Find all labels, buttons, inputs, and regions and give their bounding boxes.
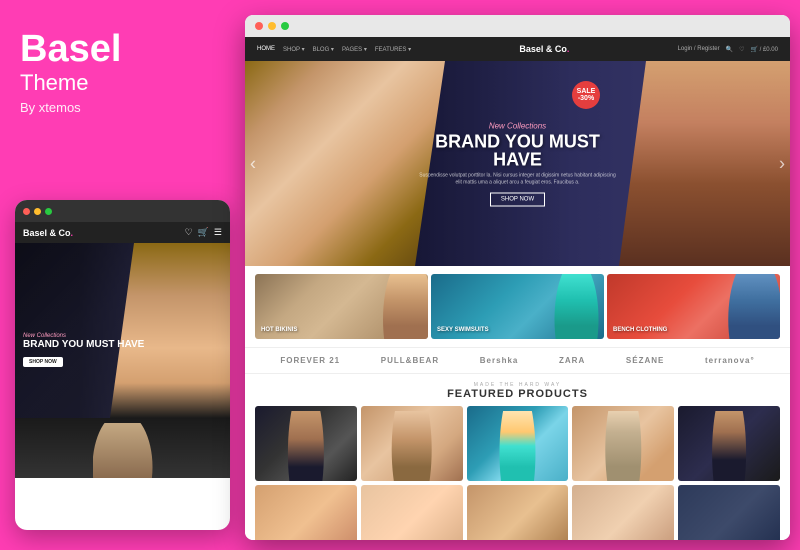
hero-title: BRAND YOU MUST HAVE [418,132,618,168]
mobile-mockup: Basel & Co. ♡ 🛒 ☰ New Collections BRAND … [15,200,230,530]
cat-figure-1 [378,274,428,339]
hero-text-center: New Collections BRAND YOU MUST HAVE Susp… [418,121,618,206]
product-card-3[interactable] [467,406,569,481]
nav-item-shop[interactable]: SHOP ▾ [283,46,305,53]
cat-label-1: HOT BIKINIS [261,327,297,333]
mobile-dot-green [45,208,52,215]
products-grid-row2 [255,485,780,540]
login-register-link[interactable]: Login / Register [678,46,720,52]
menu-icon[interactable]: ☰ [214,227,222,238]
site-hero: New Collections BRAND YOU MUST HAVE Susp… [245,61,790,266]
mobile-girl-silhouette [93,423,153,478]
hero-shop-now-button[interactable]: SHOP NOW [490,192,545,206]
mobile-dot-red [23,208,30,215]
mobile-bottom-section [15,418,230,478]
product-card-5[interactable] [678,406,780,481]
brand-terranova[interactable]: terranova° [705,356,755,365]
mobile-top-bar [15,200,230,222]
site-nav-left: HOME SHOP ▾ BLOG ▾ PAGES ▾ FEATURES ▾ [257,46,411,53]
featured-title: FEATURED PRODUCTS [255,388,780,400]
brands-section: FOREVER 21 PULL&BEAR Bershka ZARA SÉZANE… [245,347,790,374]
hero-next-arrow[interactable]: › [779,153,785,174]
category-sexy-swimsuits[interactable]: SEXY SWIMSUITS [431,274,604,339]
mobile-logo: Basel & Co. [23,228,73,238]
product-card-10[interactable] [678,485,780,540]
product-figure-3 [492,411,542,481]
left-panel: Basel Theme By xtemos [20,30,240,115]
mobile-icons: ♡ 🛒 ☰ [185,227,222,238]
brand-pullbear[interactable]: PULL&BEAR [381,356,439,365]
featured-section: MADE THE HARD WAY FEATURED PRODUCTS [245,374,790,540]
desktop-dot-green [281,22,289,30]
brand-zara[interactable]: ZARA [559,356,585,365]
mobile-hero-text: New Collections BRAND YOU MUST HAVE SHOP… [23,333,144,368]
brand-forever21[interactable]: FOREVER 21 [280,356,340,365]
wishlist-icon[interactable]: ♡ [739,46,744,53]
site-nav: HOME SHOP ▾ BLOG ▾ PAGES ▾ FEATURES ▾ Ba… [245,37,790,61]
cat-figure-3 [725,274,780,339]
product-card-2[interactable] [361,406,463,481]
cart-icon[interactable]: 🛒 / £0.00 [750,46,778,53]
brand-name: Basel [20,30,240,68]
site-nav-right: Login / Register 🔍 ♡ 🛒 / £0.00 [678,46,778,53]
mobile-header: Basel & Co. ♡ 🛒 ☰ [15,222,230,243]
products-grid-row1 [255,406,780,481]
cart-icon[interactable]: 🛒 [198,227,209,238]
desktop-dot-red [255,22,263,30]
product-figure-4 [598,411,648,481]
product-card-9[interactable] [572,485,674,540]
heart-icon[interactable]: ♡ [185,227,193,238]
category-hot-bikinis[interactable]: HOT BIKINIS [255,274,428,339]
category-bench-clothing[interactable]: BENCH CLOTHING [607,274,780,339]
hero-new-collections: New Collections [418,121,618,130]
product-card-1[interactable] [255,406,357,481]
product-figure-2 [387,411,437,481]
hero-main-girl [245,61,445,266]
category-section: HOT BIKINIS SEXY SWIMSUITS BENCH CLOTHIN… [245,266,790,347]
desktop-top-bar [245,15,790,37]
desktop-dot-yellow [268,22,276,30]
mobile-shop-now-button[interactable]: SHOP NOW [23,357,63,367]
nav-item-pages[interactable]: PAGES ▾ [342,46,367,53]
cat-label-3: BENCH CLOTHING [613,327,667,333]
theme-label: Theme [20,70,240,96]
product-figure-1 [281,411,331,481]
sale-badge: SALE -30% [572,81,600,109]
mobile-dot-yellow [34,208,41,215]
nav-item-blog[interactable]: BLOG ▾ [313,46,334,53]
by-label: By xtemos [20,100,240,115]
cat-label-2: SEXY SWIMSUITS [437,327,489,333]
desktop-mockup: HOME SHOP ▾ BLOG ▾ PAGES ▾ FEATURES ▾ Ba… [245,15,790,540]
site-logo: Basel & Co. [519,44,569,54]
search-icon[interactable]: 🔍 [726,46,733,53]
hero-subtitle: Suspendisse volutpat porttitor la. Nisi … [418,172,618,186]
product-card-4[interactable] [572,406,674,481]
product-card-7[interactable] [361,485,463,540]
mobile-hero: New Collections BRAND YOU MUST HAVE SHOP… [15,243,230,418]
featured-header: MADE THE HARD WAY FEATURED PRODUCTS [255,382,780,400]
product-card-8[interactable] [467,485,569,540]
hero-prev-arrow[interactable]: ‹ [250,153,256,174]
nav-item-home[interactable]: HOME [257,46,275,53]
brand-sezane[interactable]: SÉZANE [626,356,664,365]
product-figure-5 [704,411,754,481]
nav-item-features[interactable]: FEATURES ▾ [375,46,411,53]
cat-figure-2 [554,274,599,339]
product-card-6[interactable] [255,485,357,540]
mobile-brand-text: BRAND YOU MUST HAVE [23,339,144,350]
brand-bershka[interactable]: Bershka [480,356,519,365]
